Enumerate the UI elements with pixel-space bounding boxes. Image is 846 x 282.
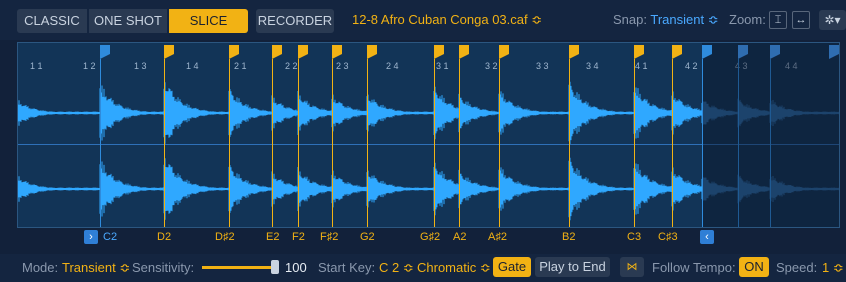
mode-value[interactable]: Transient ≎ xyxy=(62,260,130,276)
slice-note-label: G2 xyxy=(360,231,375,243)
slice-marker-line[interactable] xyxy=(634,59,635,227)
ruler-label: 1 2 xyxy=(83,61,96,71)
slice-marker-line[interactable] xyxy=(332,59,333,227)
slice-marker-flag[interactable] xyxy=(164,45,174,59)
slice-note-label: D2 xyxy=(157,231,172,243)
slice-note-row: › C2 D2 D♯2 E2 F2 F♯2 G2 G♯2 A2 A♯2 B2 C… xyxy=(0,228,846,248)
slice-marker-line[interactable] xyxy=(499,59,500,227)
slice-note-label: C3 xyxy=(627,231,642,243)
snap-control[interactable]: Snap: Transient ≎ xyxy=(613,12,719,28)
follow-tempo-label: Follow Tempo: xyxy=(652,260,736,275)
slice-marker-line[interactable] xyxy=(100,59,101,227)
ruler-label: 1 4 xyxy=(186,61,199,71)
zoom-horizontal-icon[interactable]: ↔ xyxy=(792,11,810,29)
speed-value[interactable]: 1 ≎ xyxy=(822,260,844,276)
slice-marker-line[interactable] xyxy=(229,59,230,227)
slice-marker-flag[interactable] xyxy=(332,45,342,59)
ruler-label: 3 1 xyxy=(436,61,449,71)
ruler-label: 2 2 xyxy=(285,61,298,71)
slice-note-label: B2 xyxy=(562,231,576,243)
bottom-toolbar: Mode: Transient ≎ Sensitivity: 100 Start… xyxy=(0,254,846,282)
start-key-value[interactable]: C 2 ≎ xyxy=(379,260,414,276)
ruler-label: 1 3 xyxy=(134,61,147,71)
scale-selector[interactable]: Chromatic ≎ xyxy=(417,260,491,276)
slice-marker-line[interactable] xyxy=(272,59,273,227)
slice-marker-flag[interactable] xyxy=(702,45,712,59)
play-to-end-button[interactable]: Play to End xyxy=(535,257,610,277)
sample-file-selector[interactable]: 12-8 Afro Cuban Conga 03.caf ≎ xyxy=(352,12,542,28)
start-key-label: Start Key: xyxy=(318,260,376,275)
slice-marker-flag[interactable] xyxy=(272,45,282,59)
waveform-display[interactable]: 1 1 1 2 1 3 1 4 2 1 2 2 2 3 2 4 3 1 3 2 … xyxy=(17,42,840,228)
sensitivity-value: 100 xyxy=(285,260,307,275)
slice-note-label: E2 xyxy=(266,231,280,243)
slice-marker-flag[interactable] xyxy=(229,45,239,59)
ruler-label: 2 3 xyxy=(336,61,349,71)
slice-note-label: C♯3 xyxy=(658,231,678,243)
slice-marker-line[interactable] xyxy=(367,59,368,227)
slice-marker-line[interactable] xyxy=(298,59,299,227)
mode-slice-button[interactable]: SLICE xyxy=(169,9,248,33)
slice-marker-line[interactable] xyxy=(770,59,771,227)
slice-start-handle[interactable]: › xyxy=(84,230,98,244)
gear-icon[interactable]: ✲▾ xyxy=(819,10,846,30)
zoom-vertical-icon[interactable]: ⌶ xyxy=(769,11,787,29)
slice-marker-flag[interactable] xyxy=(298,45,308,59)
slice-marker-line[interactable] xyxy=(738,59,739,227)
slice-marker-flag[interactable] xyxy=(829,45,839,59)
mode-one-shot-button[interactable]: ONE SHOT xyxy=(89,9,167,33)
top-toolbar: CLASSIC ONE SHOT SLICE RECORDER 12-8 Afr… xyxy=(0,0,846,40)
sensitivity-label: Sensitivity: xyxy=(132,260,195,275)
slice-end-handle[interactable]: ‹ xyxy=(700,230,714,244)
zoom-label: Zoom: xyxy=(729,12,766,27)
slice-marker-flag[interactable] xyxy=(634,45,644,59)
slice-marker-flag[interactable] xyxy=(499,45,509,59)
slice-note-label: D♯2 xyxy=(215,231,235,243)
mode-label: Mode: xyxy=(22,260,59,275)
slice-note-label: G♯2 xyxy=(420,231,441,243)
slice-note-label: F2 xyxy=(292,231,305,243)
slice-note-label: C2 xyxy=(103,231,118,243)
ruler-label: 3 2 xyxy=(485,61,498,71)
recorder-button[interactable]: RECORDER xyxy=(256,9,334,33)
slice-marker-flag[interactable] xyxy=(672,45,682,59)
ruler-label: 4 2 xyxy=(685,61,698,71)
inactive-region xyxy=(702,43,839,227)
follow-tempo-toggle[interactable]: ON xyxy=(739,257,769,277)
ruler-label: 2 1 xyxy=(234,61,247,71)
slice-marker-flag[interactable] xyxy=(569,45,579,59)
reverse-icon[interactable]: ⋈ xyxy=(620,257,644,277)
slice-marker-line[interactable] xyxy=(434,59,435,227)
slice-marker-line[interactable] xyxy=(459,59,460,227)
slice-marker-line[interactable] xyxy=(702,59,703,227)
sensitivity-slider[interactable] xyxy=(202,266,278,269)
slice-marker-flag[interactable] xyxy=(434,45,444,59)
gate-button[interactable]: Gate xyxy=(493,257,531,277)
slice-marker-flag[interactable] xyxy=(100,45,110,59)
sensitivity-slider-knob[interactable] xyxy=(271,260,279,274)
slice-marker-flag[interactable] xyxy=(738,45,748,59)
mode-classic-button[interactable]: CLASSIC xyxy=(17,9,87,33)
slice-marker-line[interactable] xyxy=(569,59,570,227)
slice-marker-flag[interactable] xyxy=(367,45,377,59)
snap-label: Snap: xyxy=(613,12,647,27)
slice-note-label: A2 xyxy=(453,231,467,243)
ruler-label: 3 3 xyxy=(536,61,549,71)
snap-value[interactable]: Transient ≎ xyxy=(650,12,718,27)
speed-label: Speed: xyxy=(776,260,818,275)
slice-marker-line[interactable] xyxy=(672,59,673,227)
slice-note-label: A♯2 xyxy=(488,231,507,243)
ruler-label: 1 1 xyxy=(30,61,43,71)
ruler-label: 4 1 xyxy=(635,61,648,71)
slice-marker-flag[interactable] xyxy=(770,45,780,59)
ruler-label: 3 4 xyxy=(586,61,599,71)
slice-marker-flag[interactable] xyxy=(459,45,469,59)
ruler-label: 2 4 xyxy=(386,61,399,71)
quick-sampler-panel: CLASSIC ONE SHOT SLICE RECORDER 12-8 Afr… xyxy=(0,0,846,282)
slice-note-label: F♯2 xyxy=(320,231,339,243)
slice-marker-line[interactable] xyxy=(164,59,165,227)
